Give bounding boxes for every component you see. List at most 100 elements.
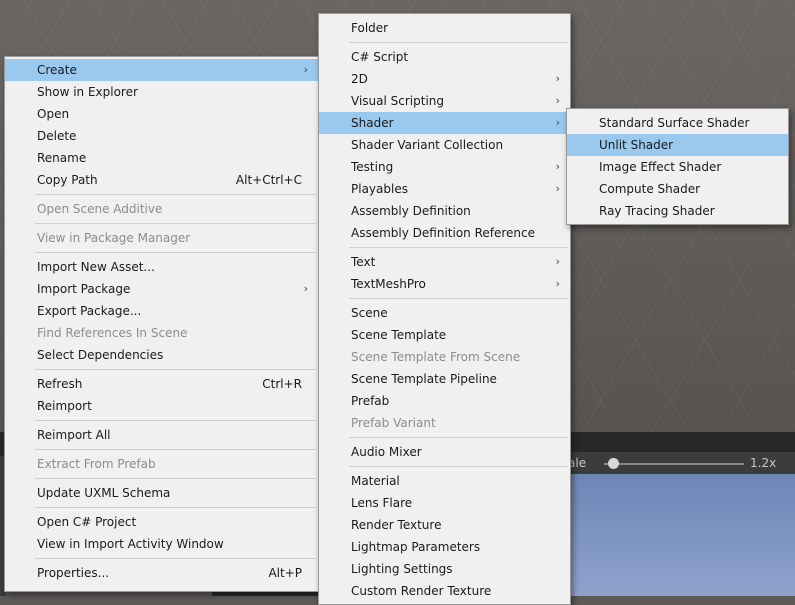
menu-item-render-texture[interactable]: Render Texture <box>319 514 570 536</box>
menu-item-ray-tracing-shader[interactable]: Ray Tracing Shader <box>567 200 788 222</box>
menu-item-assembly-definition-reference[interactable]: Assembly Definition Reference <box>319 222 570 244</box>
menu-item-import-new-asset[interactable]: Import New Asset... <box>5 256 318 278</box>
menu-item-label: Scene Template <box>351 328 447 342</box>
menu-item-label: TextMeshPro <box>351 277 426 291</box>
menu-item-c-script[interactable]: C# Script <box>319 46 570 68</box>
menu-item-find-references-in-scene: Find References In Scene <box>5 322 318 344</box>
menu-item-2d[interactable]: 2D › <box>319 68 570 90</box>
menu-item-label: Assembly Definition <box>351 204 471 218</box>
menu-item-rename[interactable]: Rename <box>5 147 318 169</box>
menu-item-label: Audio Mixer <box>351 445 422 459</box>
menu-item-create[interactable]: Create › <box>5 59 318 81</box>
menu-item-shader-variant-collection[interactable]: Shader Variant Collection <box>319 134 570 156</box>
menu-item-scene-template-from-scene: Scene Template From Scene <box>319 346 570 368</box>
menu-item-material[interactable]: Material <box>319 470 570 492</box>
menu-separator <box>35 369 316 370</box>
menu-item-text[interactable]: Text › <box>319 251 570 273</box>
scale-slider-track[interactable] <box>604 463 744 465</box>
menu-item-prefab[interactable]: Prefab <box>319 390 570 412</box>
menu-item-reimport-all[interactable]: Reimport All <box>5 424 318 446</box>
menu-item-testing[interactable]: Testing › <box>319 156 570 178</box>
menu-item-label: Open C# Project <box>37 515 137 529</box>
menu-item-label: Text <box>351 255 376 269</box>
menu-item-properties[interactable]: Properties... Alt+P <box>5 562 318 584</box>
menu-item-label: Unlit Shader <box>599 138 674 152</box>
menu-item-open-c-project[interactable]: Open C# Project <box>5 511 318 533</box>
menu-item-audio-mixer[interactable]: Audio Mixer <box>319 441 570 463</box>
chevron-right-icon: › <box>555 255 560 268</box>
menu-item-label: Ray Tracing Shader <box>599 204 715 218</box>
chevron-right-icon: › <box>555 182 560 195</box>
menu-item-image-effect-shader[interactable]: Image Effect Shader <box>567 156 788 178</box>
menu-item-label: Open <box>37 107 70 121</box>
menu-item-label: View in Import Activity Window <box>37 537 224 551</box>
menu-item-label: Update UXML Schema <box>37 486 171 500</box>
menu-item-label: Material <box>351 474 400 488</box>
menu-item-view-in-import-activity-window[interactable]: View in Import Activity Window <box>5 533 318 555</box>
menu-item-label: Prefab Variant <box>351 416 436 430</box>
menu-item-shader[interactable]: Shader › <box>319 112 570 134</box>
menu-item-import-package[interactable]: Import Package › <box>5 278 318 300</box>
menu-item-shortcut: Ctrl+R <box>262 377 302 391</box>
menu-item-delete[interactable]: Delete <box>5 125 318 147</box>
menu-item-update-uxml-schema[interactable]: Update UXML Schema <box>5 482 318 504</box>
menu-item-label: Shader Variant Collection <box>351 138 504 152</box>
menu-item-show-in-explorer[interactable]: Show in Explorer <box>5 81 318 103</box>
menu-item-lightmap-parameters[interactable]: Lightmap Parameters <box>319 536 570 558</box>
menu-item-refresh[interactable]: Refresh Ctrl+R <box>5 373 318 395</box>
menu-item-label: Delete <box>37 129 77 143</box>
menu-item-textmeshpro[interactable]: TextMeshPro › <box>319 273 570 295</box>
menu-item-label: Testing <box>351 160 394 174</box>
menu-item-standard-surface-shader[interactable]: Standard Surface Shader <box>567 112 788 134</box>
menu-item-assembly-definition[interactable]: Assembly Definition <box>319 200 570 222</box>
scale-slider-handle[interactable] <box>608 458 619 469</box>
menu-separator <box>35 194 316 195</box>
create-submenu: Folder C# Script 2D › Visual Scripting › Shade… <box>318 13 571 605</box>
menu-item-label: Reimport <box>37 399 92 413</box>
menu-item-shortcut: Alt+Ctrl+C <box>235 173 302 187</box>
menu-item-reimport[interactable]: Reimport <box>5 395 318 417</box>
menu-item-scene-template-pipeline[interactable]: Scene Template Pipeline <box>319 368 570 390</box>
menu-separator <box>35 223 316 224</box>
menu-separator <box>35 558 316 559</box>
menu-item-label: Lens Flare <box>351 496 413 510</box>
menu-item-label: Export Package... <box>37 304 142 318</box>
menu-item-label: Show in Explorer <box>37 85 138 99</box>
chevron-right-icon: › <box>555 277 560 290</box>
menu-item-label: Reimport All <box>37 428 111 442</box>
menu-item-open[interactable]: Open <box>5 103 318 125</box>
menu-item-label: Open Scene Additive <box>37 202 163 216</box>
menu-item-select-dependencies[interactable]: Select Dependencies <box>5 344 318 366</box>
chevron-right-icon: › <box>555 94 560 107</box>
menu-item-label: Shader <box>351 116 394 130</box>
menu-item-unlit-shader[interactable]: Unlit Shader <box>567 134 788 156</box>
menu-item-label: Find References In Scene <box>37 326 188 340</box>
menu-separator <box>35 507 316 508</box>
menu-item-compute-shader[interactable]: Compute Shader <box>567 178 788 200</box>
menu-item-playables[interactable]: Playables › <box>319 178 570 200</box>
menu-item-label: 2D <box>351 72 368 86</box>
menu-item-copy-path[interactable]: Copy Path Alt+Ctrl+C <box>5 169 318 191</box>
menu-separator <box>349 298 568 299</box>
menu-item-export-package[interactable]: Export Package... <box>5 300 318 322</box>
shader-submenu: Standard Surface Shader Unlit Shader Image… <box>566 108 789 225</box>
menu-item-label: Compute Shader <box>599 182 701 196</box>
menu-item-open-scene-additive: Open Scene Additive <box>5 198 318 220</box>
menu-item-scene-template[interactable]: Scene Template <box>319 324 570 346</box>
menu-item-custom-render-texture[interactable]: Custom Render Texture <box>319 580 570 602</box>
game-view <box>560 474 795 596</box>
menu-item-lens-flare[interactable]: Lens Flare <box>319 492 570 514</box>
menu-item-scene[interactable]: Scene <box>319 302 570 324</box>
menu-item-label: Render Texture <box>351 518 442 532</box>
menu-item-visual-scripting[interactable]: Visual Scripting › <box>319 90 570 112</box>
menu-separator <box>35 449 316 450</box>
menu-item-label: C# Script <box>351 50 409 64</box>
menu-item-label: Create <box>37 63 77 77</box>
menu-item-folder[interactable]: Folder <box>319 17 570 39</box>
menu-item-shortcut: Alt+P <box>268 566 302 580</box>
menu-item-label: Visual Scripting <box>351 94 444 108</box>
asset-context-menu: Create › Show in Explorer Open Delete Rename C… <box>4 56 319 592</box>
scale-value: 1.2x <box>750 456 777 470</box>
menu-separator <box>349 437 568 438</box>
menu-item-lighting-settings[interactable]: Lighting Settings <box>319 558 570 580</box>
